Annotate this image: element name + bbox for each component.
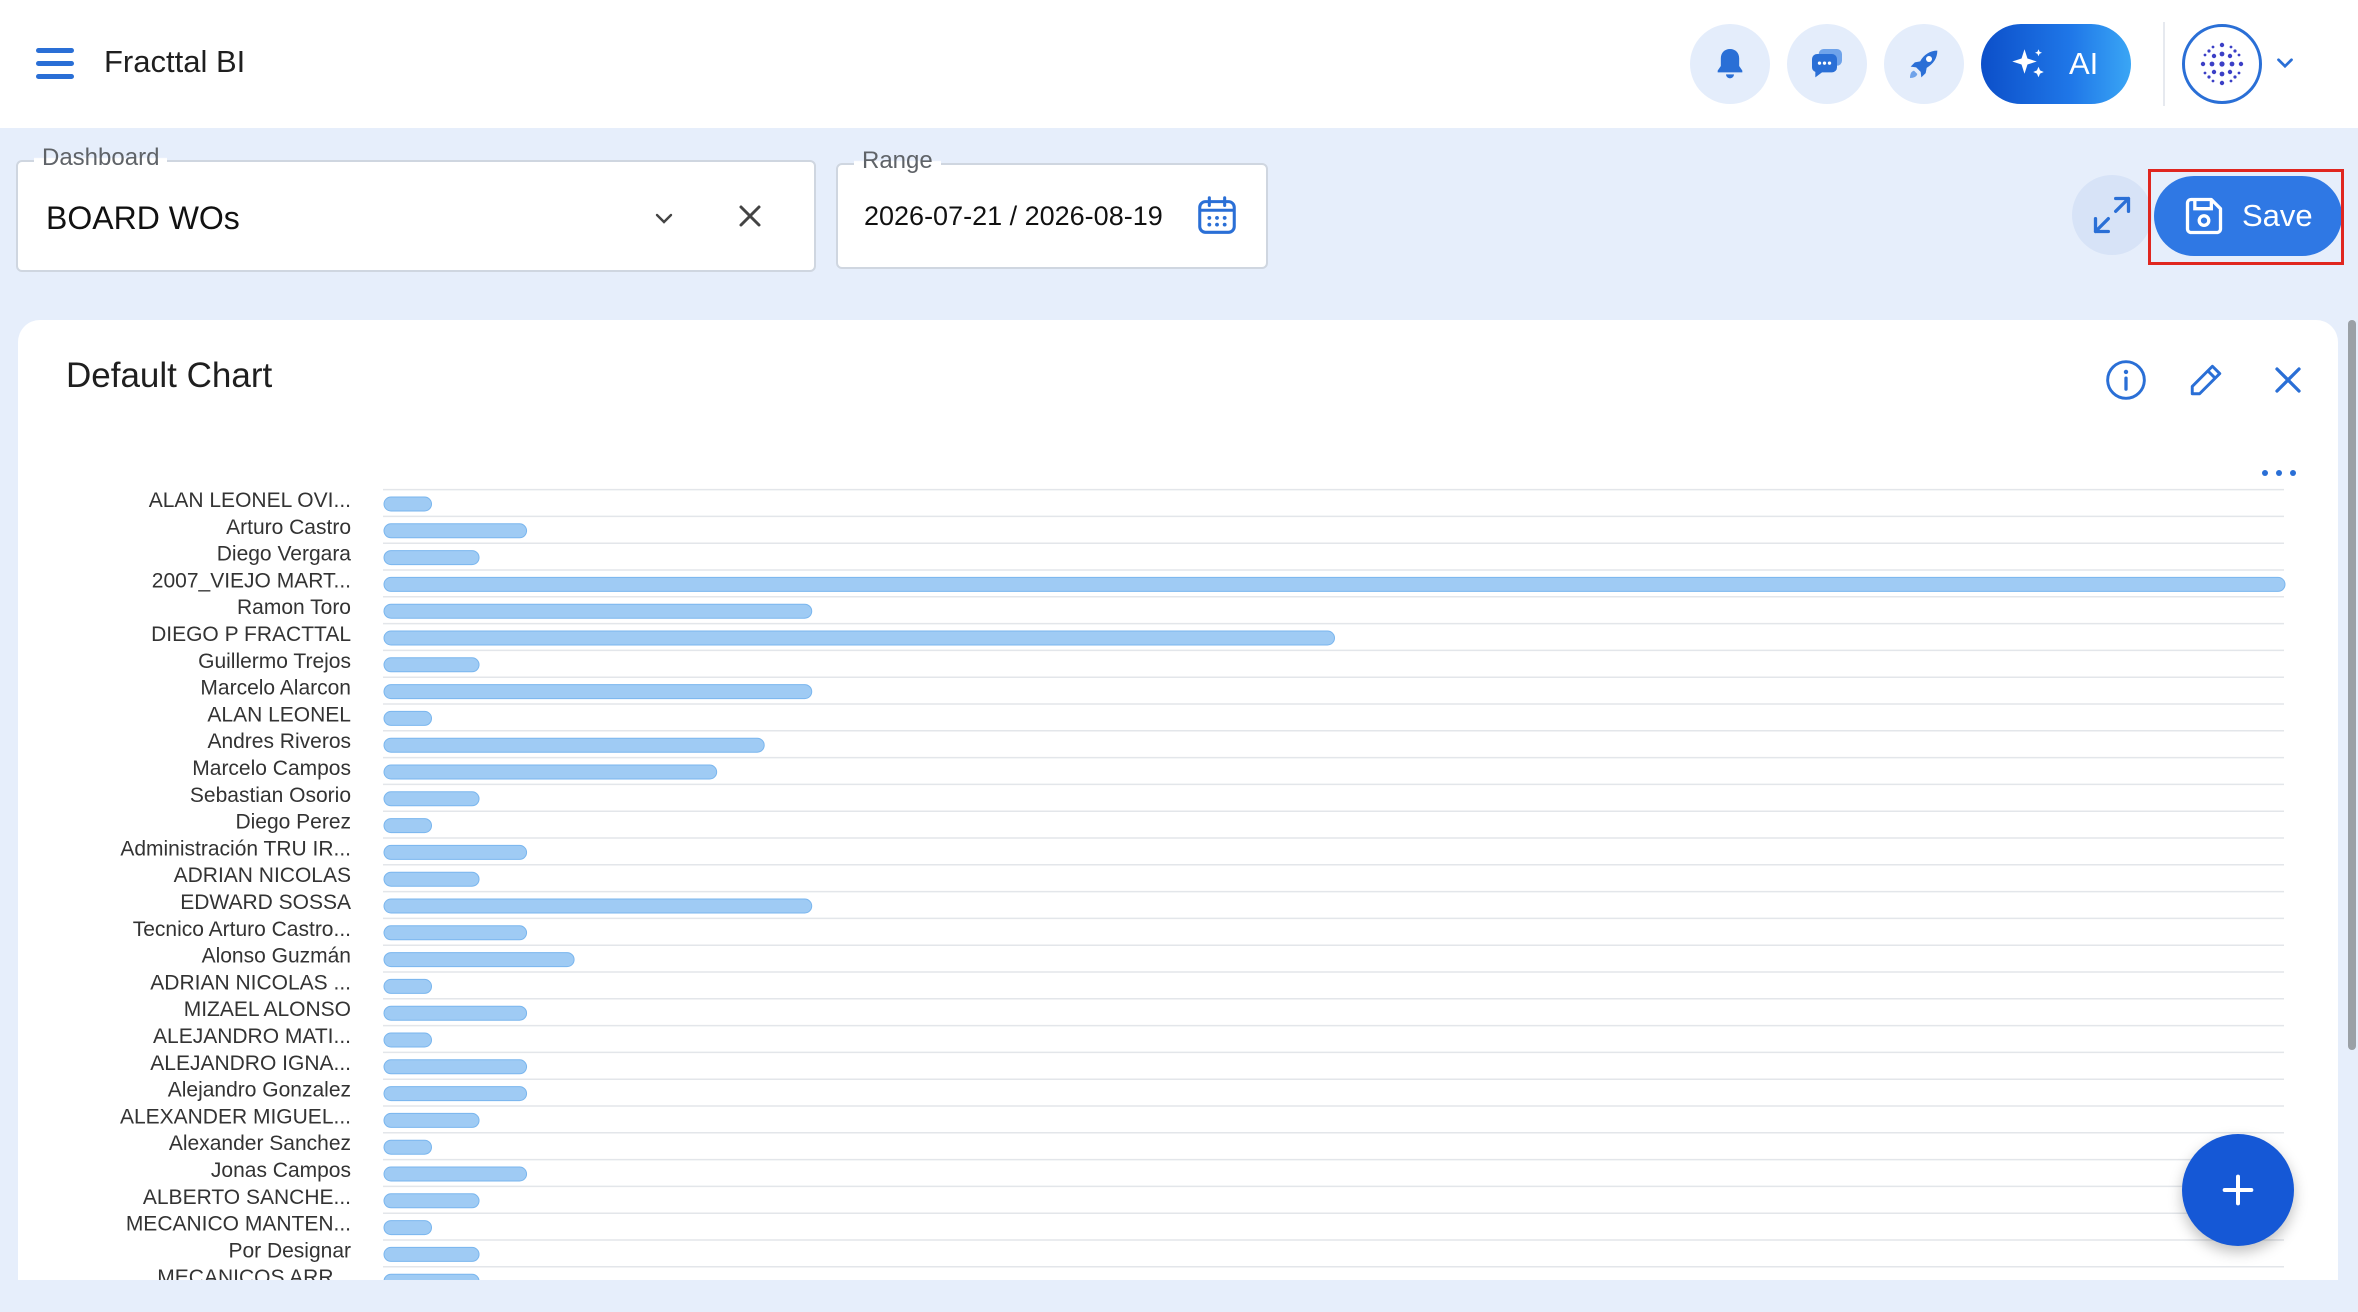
clear-icon[interactable]	[732, 198, 768, 234]
category-label: Jonas Campos	[211, 1159, 351, 1182]
save-button-highlight	[2148, 169, 2344, 265]
chart-card: Default Chart ALAN LEONEL OVI... Arturo C…	[18, 320, 2338, 1280]
category-label: Alonso Guzmán	[202, 945, 351, 968]
category-label: Administración TRU IR...	[120, 837, 351, 860]
bar[interactable]	[383, 657, 480, 673]
dashboard-select[interactable]: Dashboard BOARD WOs	[16, 144, 816, 272]
chevron-down-icon[interactable]	[2272, 50, 2298, 76]
bar[interactable]	[383, 871, 480, 887]
bar[interactable]	[383, 1220, 433, 1236]
bar[interactable]	[383, 1193, 480, 1209]
bar[interactable]	[383, 978, 433, 994]
category-label: ALEJANDRO MATI...	[153, 1025, 351, 1048]
bar[interactable]	[383, 1032, 433, 1048]
category-label: EDWARD SOSSA	[180, 891, 351, 914]
messages-button[interactable]	[1787, 24, 1867, 104]
bar[interactable]	[383, 1112, 480, 1128]
launch-button[interactable]	[1884, 24, 1964, 104]
bar[interactable]	[383, 925, 528, 941]
menu-icon[interactable]	[30, 42, 80, 86]
bar[interactable]	[383, 1086, 528, 1102]
category-label: ALAN LEONEL	[207, 703, 351, 726]
bar[interactable]	[383, 603, 813, 619]
card-title: Default Chart	[66, 356, 273, 395]
user-avatar[interactable]	[2182, 24, 2262, 104]
ai-button-label: AI	[2069, 46, 2099, 81]
bar[interactable]	[383, 1166, 528, 1182]
bar[interactable]	[383, 710, 433, 726]
category-label: Ramon Toro	[237, 596, 351, 619]
category-label: ALEXANDER MIGUEL...	[120, 1105, 351, 1128]
add-widget-button[interactable]	[2182, 1134, 2294, 1246]
bell-icon	[1717, 49, 1743, 79]
category-label: ALAN LEONEL OVI...	[149, 489, 351, 512]
category-label: 2007_VIEJO MART...	[152, 569, 351, 592]
category-label: ALEJANDRO IGNA...	[150, 1052, 351, 1075]
category-label: Marcelo Campos	[192, 757, 351, 780]
rocket-icon	[1910, 50, 1938, 78]
category-label: Marcelo Alarcon	[200, 677, 351, 700]
dashboard-select-label: Dashboard	[34, 144, 168, 172]
chevron-down-icon[interactable]	[652, 206, 676, 230]
chat-icon	[1812, 49, 1842, 78]
top-app-bar: Fracttal BI AI	[0, 0, 2358, 128]
bar[interactable]	[383, 630, 1335, 646]
bar[interactable]	[383, 1059, 528, 1075]
ai-button[interactable]: AI	[1981, 24, 2131, 104]
pencil-icon[interactable]	[2184, 358, 2228, 402]
category-label: MIZAEL ALONSO	[184, 998, 351, 1021]
date-range-field[interactable]: Range 2026-07-21 / 2026-08-19	[836, 147, 1268, 269]
category-label: Alexander Sanchez	[169, 1132, 351, 1155]
date-range-value: 2026-07-21 / 2026-08-19	[864, 201, 1163, 231]
calendar-icon[interactable]	[1194, 193, 1240, 239]
category-label: Guillermo Trejos	[198, 650, 351, 673]
bar[interactable]	[383, 844, 528, 860]
category-label: Sebastian Osorio	[190, 784, 351, 807]
category-label: Tecnico Arturo Castro...	[133, 918, 351, 941]
bar[interactable]	[383, 576, 2286, 592]
bar[interactable]	[383, 952, 575, 968]
category-label: MECANICO MANTEN...	[126, 1213, 351, 1236]
category-label: MECANICOS ARR...	[157, 1266, 351, 1280]
bar[interactable]	[383, 791, 480, 807]
category-label: Por Designar	[228, 1239, 351, 1262]
notifications-button[interactable]	[1690, 24, 1770, 104]
category-label: Alejandro Gonzalez	[168, 1079, 351, 1102]
bar[interactable]	[383, 496, 433, 512]
category-label: Arturo Castro	[226, 516, 351, 539]
bar[interactable]	[383, 1246, 480, 1262]
category-label: Andres Riveros	[207, 730, 351, 753]
avatar-icon	[2200, 42, 2244, 86]
bar[interactable]	[383, 523, 528, 539]
category-label: DIEGO P FRACTTAL	[151, 623, 351, 646]
category-label: ADRIAN NICOLAS	[174, 864, 351, 887]
category-label: Diego Perez	[235, 811, 351, 834]
toolbar-divider	[2163, 22, 2165, 106]
bar[interactable]	[383, 1273, 480, 1280]
app-title: Fracttal BI	[104, 44, 246, 79]
expand-icon	[2093, 196, 2131, 234]
bar[interactable]	[383, 898, 813, 914]
date-range-label: Range	[854, 147, 941, 175]
dashboard-select-value: BOARD WOs	[46, 200, 240, 236]
bar[interactable]	[383, 1005, 528, 1021]
plus-icon	[2222, 1174, 2254, 1206]
category-label: ALBERTO SANCHE...	[143, 1186, 351, 1209]
bar[interactable]	[383, 550, 480, 566]
bar-chart: ALAN LEONEL OVI... Arturo Castro Diego Ver…	[120, 488, 2286, 1280]
page-scrollbar[interactable]	[2348, 320, 2356, 1050]
close-icon[interactable]	[2266, 358, 2310, 402]
info-icon[interactable]	[2104, 358, 2148, 402]
bar[interactable]	[383, 1139, 433, 1155]
category-label: ADRIAN NICOLAS ...	[150, 971, 351, 994]
bar[interactable]	[383, 684, 813, 700]
category-label: Diego Vergara	[217, 543, 352, 566]
bar[interactable]	[383, 818, 433, 834]
sparkle-icon	[2012, 49, 2044, 78]
bar[interactable]	[383, 764, 718, 780]
fullscreen-button[interactable]	[2072, 175, 2152, 255]
bar[interactable]	[383, 737, 765, 753]
